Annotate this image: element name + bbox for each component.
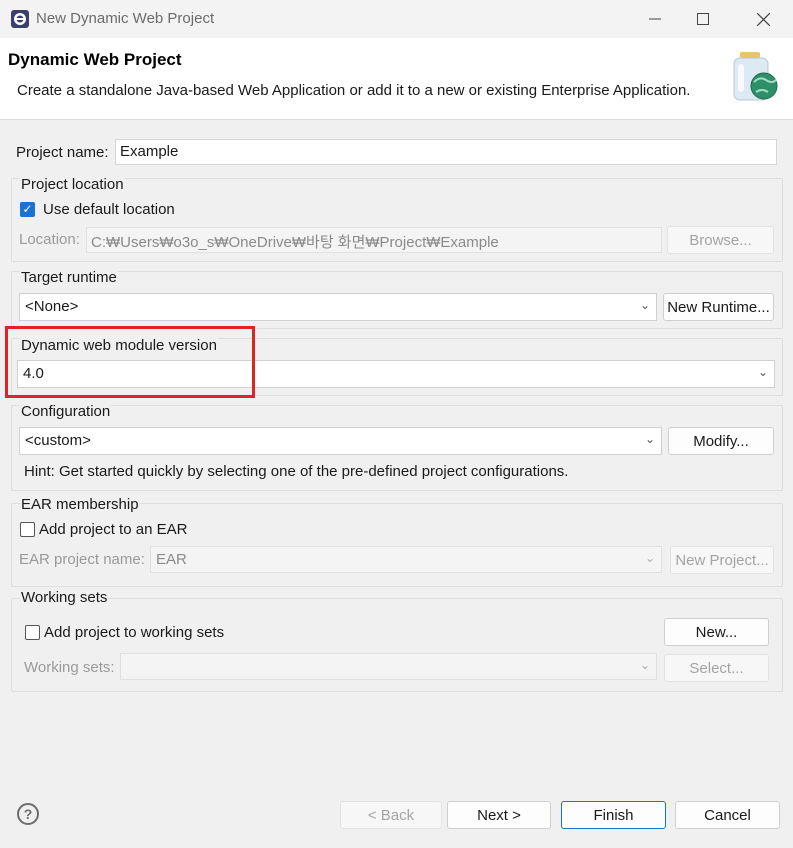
- close-button[interactable]: [740, 0, 786, 38]
- chevron-down-icon: ⌄: [639, 298, 650, 312]
- chevron-down-icon: ⌄: [639, 658, 650, 672]
- use-default-location-checkbox[interactable]: ✓: [20, 202, 35, 217]
- ear-project-value: EAR: [156, 551, 187, 568]
- maximize-icon: [697, 13, 709, 25]
- chevron-down-icon: ⌄: [757, 365, 768, 379]
- working-sets-label: Working sets:: [24, 659, 115, 676]
- ear-membership-legend: EAR membership: [20, 496, 140, 513]
- project-name-label: Project name:: [16, 144, 109, 161]
- finish-button[interactable]: Finish: [561, 801, 666, 829]
- page-description: Create a standalone Java-based Web Appli…: [17, 82, 691, 99]
- window-title: New Dynamic Web Project: [36, 10, 215, 27]
- close-icon: [756, 12, 770, 26]
- working-sets-select[interactable]: ⌄: [120, 653, 657, 680]
- configuration-legend: Configuration: [20, 403, 112, 420]
- minimize-button[interactable]: [632, 0, 678, 38]
- eclipse-icon: [11, 10, 29, 28]
- ear-project-select[interactable]: EAR ⌄: [150, 546, 662, 573]
- add-to-working-sets-label: Add project to working sets: [44, 624, 225, 641]
- ear-membership-group: [11, 503, 783, 587]
- help-icon-glyph: ?: [23, 806, 33, 822]
- back-button[interactable]: < Back: [340, 801, 442, 829]
- highlight-box: [5, 326, 255, 398]
- ear-project-name-label: EAR project name:: [19, 551, 145, 568]
- working-sets-legend: Working sets: [20, 589, 109, 606]
- target-runtime-legend: Target runtime: [20, 269, 118, 286]
- add-to-working-sets-checkbox[interactable]: [25, 625, 40, 640]
- browse-button[interactable]: Browse...: [667, 226, 774, 254]
- page-title: Dynamic Web Project: [8, 50, 182, 69]
- target-runtime-value: <None>: [25, 298, 79, 315]
- maximize-button[interactable]: [680, 0, 726, 38]
- chevron-down-icon: ⌄: [644, 432, 655, 446]
- add-to-ear-checkbox[interactable]: [20, 522, 35, 537]
- modify-button[interactable]: Modify...: [668, 427, 774, 455]
- web-project-jar-globe-icon: [733, 52, 778, 101]
- minimize-icon: [649, 18, 661, 20]
- add-to-ear-label: Add project to an EAR: [39, 521, 188, 538]
- use-default-location-label: Use default location: [43, 201, 175, 218]
- new-runtime-button[interactable]: New Runtime...: [663, 293, 774, 321]
- configuration-hint: Hint: Get started quickly by selecting o…: [24, 463, 569, 480]
- title-bar: New Dynamic Web Project: [0, 0, 793, 38]
- project-location-legend: Project location: [20, 176, 125, 193]
- project-name-input[interactable]: Example: [115, 139, 777, 165]
- new-ear-project-button[interactable]: New Project...: [670, 546, 774, 574]
- configuration-select[interactable]: <custom> ⌄: [19, 427, 662, 455]
- location-input[interactable]: C:₩Users₩o3o_s₩OneDrive₩바탕 화면₩Project₩Ex…: [86, 227, 662, 253]
- target-runtime-select[interactable]: <None> ⌄: [19, 293, 657, 321]
- help-icon[interactable]: ?: [17, 803, 39, 825]
- chevron-down-icon: ⌄: [644, 551, 655, 565]
- next-button[interactable]: Next >: [447, 801, 551, 829]
- cancel-button[interactable]: Cancel: [675, 801, 780, 829]
- configuration-value: <custom>: [25, 432, 91, 449]
- location-label: Location:: [19, 231, 80, 248]
- select-working-sets-button[interactable]: Select...: [664, 654, 769, 682]
- wizard-header: Dynamic Web Project Create a standalone …: [0, 38, 793, 120]
- new-working-set-button[interactable]: New...: [664, 618, 769, 646]
